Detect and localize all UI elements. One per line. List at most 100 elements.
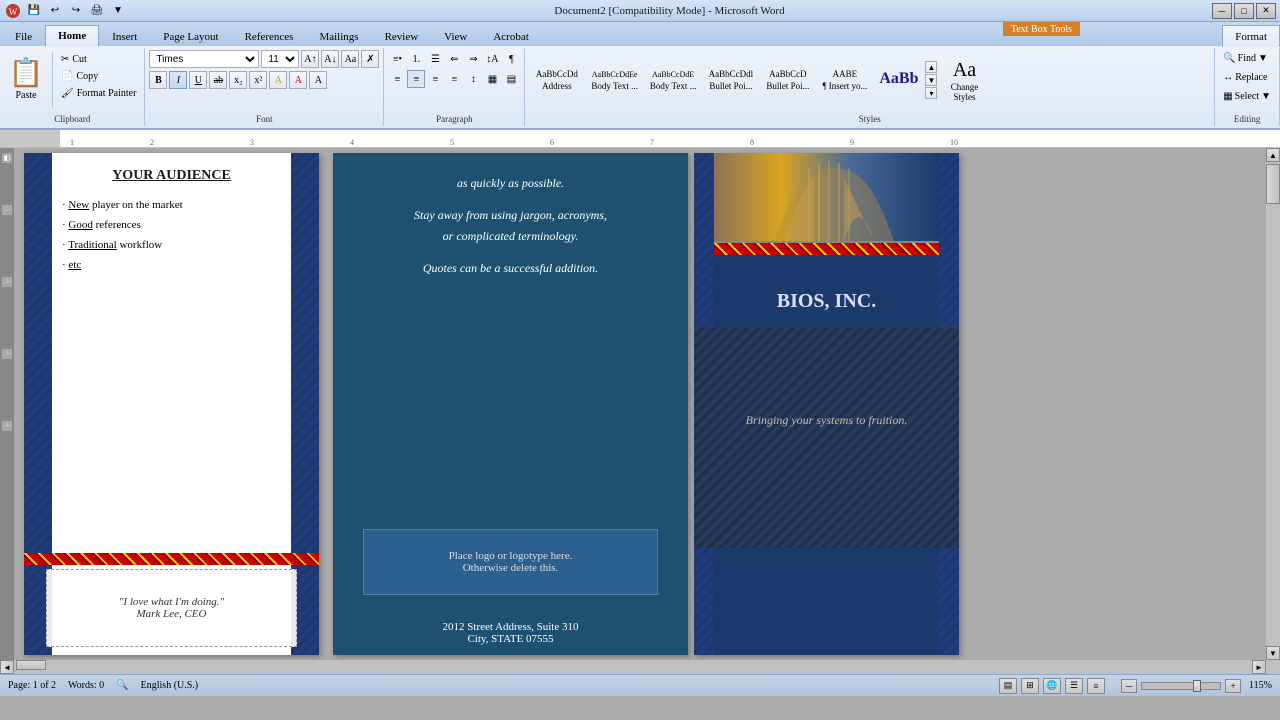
align-right-button[interactable]: ≡ [426, 70, 444, 88]
hscroll-right-arrow[interactable]: ► [1252, 660, 1266, 674]
full-screen-view-button[interactable]: ⊞ [1021, 678, 1039, 694]
underline-button[interactable]: U [189, 71, 207, 89]
vertical-scrollbar[interactable]: ▲ ▼ [1266, 148, 1280, 660]
spell-check-icon[interactable]: 🔍 [116, 680, 128, 691]
tab-acrobat[interactable]: Acrobat [480, 26, 541, 46]
paste-button[interactable]: 📋 Paste [4, 50, 48, 110]
shrink-font-button[interactable]: A↓ [321, 50, 339, 68]
bold-button[interactable]: B [149, 71, 167, 89]
sidebar-icon-top[interactable]: ◧ [2, 153, 12, 163]
style-insert-button[interactable]: AABE ¶ Insert yo... [817, 50, 872, 110]
clear-formatting-button[interactable]: ✗ [361, 50, 379, 68]
sidebar-icon-mid1[interactable]: 1 [2, 205, 12, 215]
find-button[interactable]: 🔍 Find ▼ [1219, 50, 1272, 67]
shading-button[interactable]: ▦ [483, 70, 501, 88]
styles-scroll-up[interactable]: ▲ [925, 61, 937, 73]
style-bullet-poi2-button[interactable]: AaBbCcD Bullet Poi... [760, 50, 815, 110]
style-body-text-button[interactable]: AaBbCcDdEe Body Text ... [586, 50, 642, 110]
justify-button[interactable]: ≡ [445, 70, 463, 88]
scroll-down-arrow[interactable]: ▼ [1266, 646, 1280, 660]
bullets-button[interactable]: ≡• [388, 50, 406, 68]
select-button[interactable]: ▦ Select ▼ [1219, 88, 1275, 105]
text-effects-button[interactable]: A [309, 71, 327, 89]
hscroll-thumb[interactable] [16, 660, 46, 670]
borders-button[interactable]: ▤ [502, 70, 520, 88]
close-button[interactable]: ✕ [1256, 3, 1276, 19]
quote-text: "I love what I'm doing." [119, 596, 224, 608]
change-case-button[interactable]: Aa [341, 50, 359, 68]
strikethrough-button[interactable]: ab [209, 71, 227, 89]
sidebar-icon-mid2[interactable]: 2 [2, 277, 12, 287]
tab-home[interactable]: Home [45, 25, 99, 47]
align-center-button[interactable]: ≡ [407, 70, 425, 88]
horizontal-scrollbar[interactable]: ◄ ► [0, 660, 1280, 674]
align-left-button[interactable]: ≡ [388, 70, 406, 88]
style-aabb-button[interactable]: AaBb [874, 50, 923, 110]
right-page-panel[interactable]: BIOS, INC. Bringing your systems to frui… [694, 153, 959, 655]
sidebar-icon-mid3[interactable]: 3 [2, 349, 12, 359]
numbering-button[interactable]: 1. [407, 50, 425, 68]
style-bullet-poi-button[interactable]: AaBbCcDdl Bullet Poi... [703, 50, 758, 110]
cut-button[interactable]: ✂ Cut [57, 52, 140, 67]
quote-box[interactable]: "I love what I'm doing." Mark Lee, CEO [46, 569, 297, 647]
tab-mailings[interactable]: Mailings [306, 26, 371, 46]
increase-indent-button[interactable]: ⇒ [464, 50, 482, 68]
zoom-slider-thumb[interactable] [1193, 680, 1201, 692]
center-text-4: Quotes can be a successful addition. [363, 258, 658, 278]
style-address-button[interactable]: AaBbCcDd Address [529, 50, 584, 110]
customize-icon[interactable]: ▼ [109, 3, 127, 19]
text-highlight-button[interactable]: A [269, 71, 287, 89]
print-layout-view-button[interactable]: ▤ [999, 678, 1017, 694]
maximize-button[interactable]: □ [1234, 3, 1254, 19]
hscroll-left-arrow[interactable]: ◄ [0, 660, 14, 674]
scroll-thumb[interactable] [1266, 164, 1280, 204]
tab-format[interactable]: Format [1222, 25, 1280, 47]
tab-review[interactable]: Review [372, 26, 432, 46]
style-body-text2-button[interactable]: AaBbCcDdE Body Text ... [645, 50, 701, 110]
undo-icon[interactable]: ↩ [46, 3, 64, 19]
sort-button[interactable]: ↕A [483, 50, 501, 68]
change-styles-button[interactable]: Aa Change Styles [939, 50, 989, 110]
redo-icon[interactable]: ↪ [67, 3, 85, 19]
change-styles-icon: Aa [953, 59, 976, 82]
sidebar-icon-mid4[interactable]: 4 [2, 421, 12, 431]
logo-area[interactable]: Place logo or logotype here. Otherwise d… [363, 529, 658, 595]
tab-references[interactable]: References [232, 26, 307, 46]
tab-insert[interactable]: Insert [99, 26, 150, 46]
print-preview-icon[interactable]: 🖨 [88, 3, 106, 19]
clipboard-small-buttons: ✂ Cut 📄 Copy 🖌 Format Painter [57, 50, 140, 110]
web-layout-view-button[interactable]: 🌐 [1043, 678, 1061, 694]
zoom-in-button[interactable]: + [1225, 679, 1241, 693]
show-hide-button[interactable]: ¶ [502, 50, 520, 68]
replace-button[interactable]: ↔ Replace [1219, 69, 1271, 86]
subscript-button[interactable]: x₂ [229, 71, 247, 89]
font-family-select[interactable]: Times [149, 50, 259, 68]
font-size-select[interactable]: 11 [261, 50, 299, 68]
font-color-button[interactable]: A [289, 71, 307, 89]
tab-page-layout[interactable]: Page Layout [150, 26, 231, 46]
grow-font-button[interactable]: A↑ [301, 50, 319, 68]
tab-view[interactable]: View [431, 26, 480, 46]
zoom-out-button[interactable]: ─ [1121, 679, 1137, 693]
draft-view-button[interactable]: ≡ [1087, 678, 1105, 694]
decrease-indent-button[interactable]: ⇐ [445, 50, 463, 68]
left-page-panel[interactable]: YOUR AUDIENCE · New player on the market… [24, 153, 319, 655]
tab-file[interactable]: File [2, 26, 45, 46]
center-page-panel[interactable]: as quickly as possible. Stay away from u… [333, 153, 688, 655]
scroll-up-arrow[interactable]: ▲ [1266, 148, 1280, 162]
office-button[interactable]: W [4, 3, 22, 19]
styles-expand[interactable]: ▾ [925, 87, 937, 99]
minimize-button[interactable]: ─ [1212, 3, 1232, 19]
multilevel-list-button[interactable]: ☰ [426, 50, 444, 68]
document-area[interactable]: YOUR AUDIENCE · New player on the market… [14, 148, 1266, 660]
styles-scroll-down[interactable]: ▼ [925, 74, 937, 86]
save-icon[interactable]: 💾 [25, 3, 43, 19]
outline-view-button[interactable]: ☰ [1065, 678, 1083, 694]
superscript-button[interactable]: x² [249, 71, 267, 89]
line-spacing-button[interactable]: ↕ [464, 70, 482, 88]
format-painter-button[interactable]: 🖌 Format Painter [57, 86, 140, 101]
quote-author: Mark Lee, CEO [137, 608, 207, 620]
italic-button[interactable]: I [169, 71, 187, 89]
zoom-slider[interactable] [1141, 682, 1221, 690]
copy-button[interactable]: 📄 Copy [57, 69, 140, 84]
